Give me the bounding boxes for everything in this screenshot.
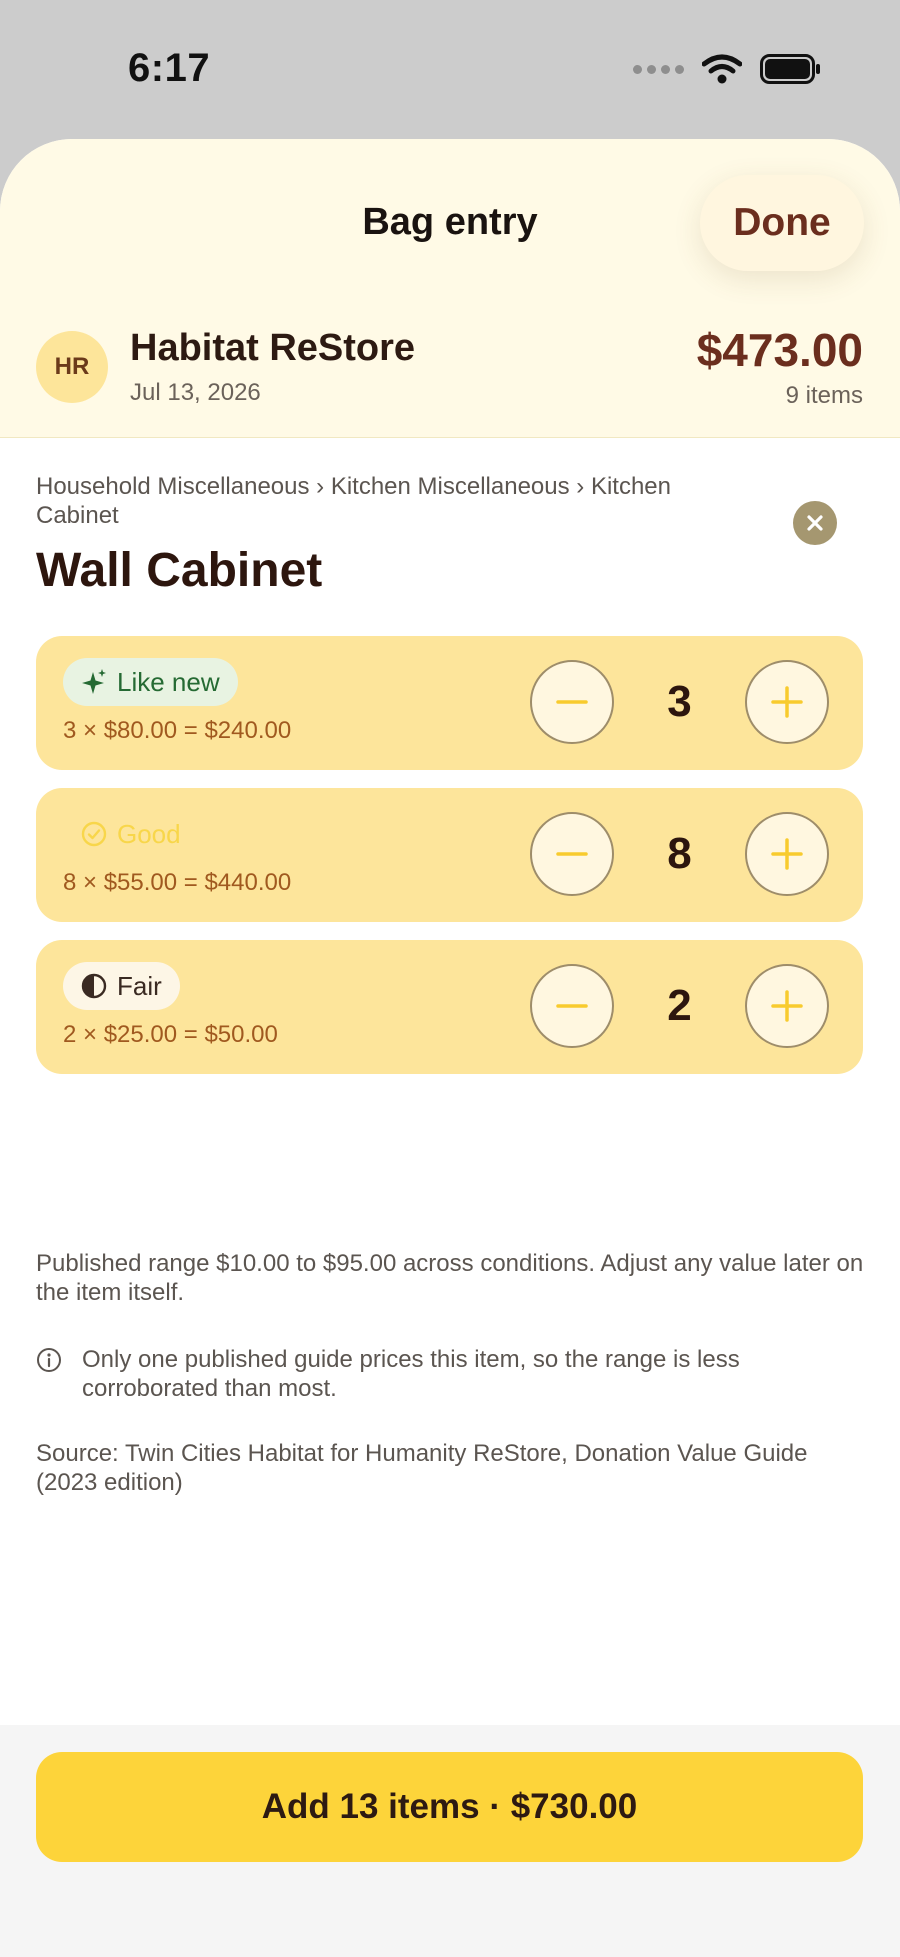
battery-icon bbox=[760, 54, 820, 84]
condition-label: Fair bbox=[117, 970, 162, 1001]
plus-icon bbox=[771, 686, 803, 718]
condition-label: Good bbox=[117, 818, 181, 849]
item-title: Wall Cabinet bbox=[36, 544, 323, 597]
minus-icon bbox=[556, 700, 588, 704]
store-name: Habitat ReStore bbox=[130, 327, 416, 369]
increment-button[interactable] bbox=[745, 812, 829, 896]
condition-row-like-new: Like new 3 × $80.00 = $240.00 3 bbox=[36, 636, 863, 770]
signal-dots-icon bbox=[633, 64, 684, 74]
status-icons bbox=[633, 54, 822, 84]
minus-icon bbox=[556, 852, 588, 856]
bag-entry-sheet: Bag entry Done HR Habitat ReStore Jul 13… bbox=[0, 139, 900, 1957]
condition-row-good: Good 8 × $55.00 = $440.00 8 bbox=[36, 788, 863, 922]
footer-bar: Add 13 items · $730.00 bbox=[0, 1725, 900, 1957]
store-item-count: 9 items bbox=[785, 382, 863, 409]
store-date: Jul 13, 2026 bbox=[130, 379, 261, 406]
store-total: $473.00 bbox=[696, 324, 863, 376]
source-text: Source: Twin Cities Habitat for Humanity… bbox=[36, 1440, 808, 1496]
close-icon bbox=[807, 515, 823, 531]
info-icon bbox=[37, 1348, 61, 1372]
increment-button[interactable] bbox=[745, 964, 829, 1048]
condition-formula: 2 × $25.00 = $50.00 bbox=[63, 1021, 278, 1048]
increment-button[interactable] bbox=[745, 660, 829, 744]
store-avatar: HR bbox=[36, 331, 108, 403]
half-circle-icon bbox=[81, 973, 107, 999]
plus-icon bbox=[771, 990, 803, 1022]
done-button[interactable]: Done bbox=[700, 175, 864, 271]
decrement-button[interactable] bbox=[530, 660, 614, 744]
decrement-button[interactable] bbox=[530, 812, 614, 896]
condition-chip-like-new: Like new bbox=[63, 658, 238, 706]
quantity-value: 8 bbox=[667, 829, 692, 878]
condition-row-fair: Fair 2 × $25.00 = $50.00 2 bbox=[36, 940, 863, 1074]
condition-formula: 8 × $55.00 = $440.00 bbox=[63, 869, 292, 896]
minus-icon bbox=[556, 1004, 588, 1008]
check-circle-icon bbox=[81, 821, 107, 847]
condition-formula: 3 × $80.00 = $240.00 bbox=[63, 717, 292, 744]
note-text: Only one published guide prices this ite… bbox=[82, 1346, 740, 1402]
plus-icon bbox=[771, 838, 803, 870]
sheet-header: Bag entry Done HR Habitat ReStore Jul 13… bbox=[0, 139, 900, 438]
corroboration-note: Only one published guide prices this ite… bbox=[36, 1345, 866, 1403]
wifi-icon bbox=[702, 54, 742, 84]
status-bar: 6:17 bbox=[0, 0, 900, 140]
published-range-text: Published range $10.00 to $95.00 across … bbox=[36, 1250, 864, 1306]
quantity-value: 2 bbox=[667, 981, 692, 1030]
condition-chip-good: Good bbox=[63, 810, 199, 858]
condition-label: Like new bbox=[117, 666, 220, 697]
quantity-value: 3 bbox=[667, 677, 692, 726]
remove-item-button[interactable] bbox=[793, 501, 837, 545]
status-time: 6:17 bbox=[128, 46, 211, 90]
condition-chip-fair: Fair bbox=[63, 962, 180, 1010]
sparkles-icon bbox=[82, 669, 106, 694]
decrement-button[interactable] bbox=[530, 964, 614, 1048]
breadcrumb: Household Miscellaneous › Kitchen Miscel… bbox=[36, 473, 671, 529]
add-items-button[interactable]: Add 13 items · $730.00 bbox=[36, 1752, 863, 1862]
